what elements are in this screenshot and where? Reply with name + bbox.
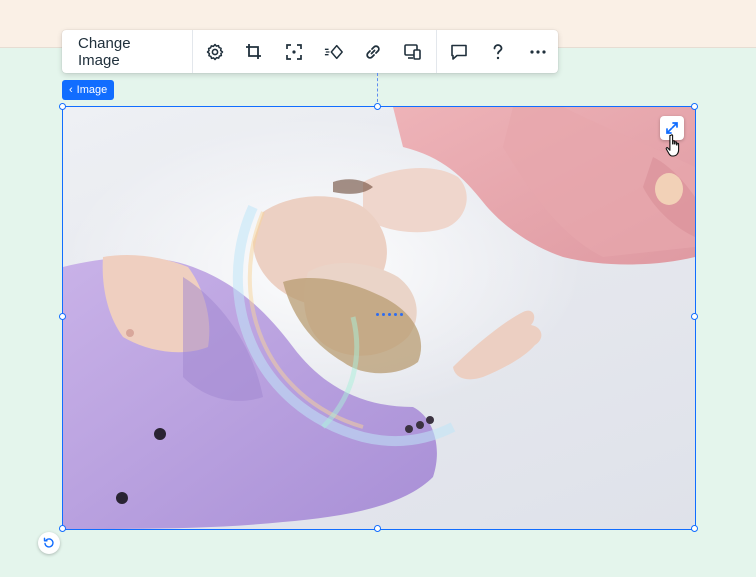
resize-handle-top-center[interactable] bbox=[374, 103, 381, 110]
responsive-button[interactable] bbox=[393, 30, 433, 73]
selected-image[interactable] bbox=[62, 106, 696, 530]
toolbar-divider bbox=[435, 30, 437, 73]
toolbar-divider bbox=[191, 30, 193, 73]
resize-handle-middle-right[interactable] bbox=[691, 313, 698, 320]
more-icon bbox=[530, 49, 546, 54]
change-image-button[interactable]: Change Image bbox=[62, 30, 192, 73]
image-toolbar: Change Image bbox=[62, 30, 558, 73]
crop-icon bbox=[246, 43, 262, 59]
center-drag-handle[interactable] bbox=[376, 313, 403, 316]
resize-handle-top-left[interactable] bbox=[59, 103, 66, 110]
settings-button[interactable] bbox=[195, 30, 235, 73]
rotate-button[interactable] bbox=[38, 532, 60, 554]
link-button[interactable] bbox=[353, 30, 393, 73]
focal-point-button[interactable] bbox=[274, 30, 314, 73]
animation-icon bbox=[324, 44, 343, 59]
resize-handle-bottom-left[interactable] bbox=[59, 525, 66, 532]
more-actions-button[interactable] bbox=[518, 30, 558, 73]
resize-handle-bottom-center[interactable] bbox=[374, 525, 381, 532]
resize-handle-bottom-right[interactable] bbox=[691, 525, 698, 532]
help-icon bbox=[494, 43, 503, 59]
toolbar-anchor-line bbox=[377, 73, 378, 107]
chevron-left-icon: ‹ bbox=[69, 84, 73, 96]
element-breadcrumb-chip[interactable]: ‹ Image bbox=[62, 80, 115, 100]
rotate-icon bbox=[43, 537, 54, 548]
element-type-label: Image bbox=[76, 84, 108, 96]
crop-button[interactable] bbox=[234, 30, 274, 73]
help-button[interactable] bbox=[479, 30, 519, 73]
settings-icon bbox=[206, 43, 223, 60]
animation-button[interactable] bbox=[314, 30, 354, 73]
hand-pointer-icon bbox=[665, 134, 680, 157]
responsive-icon bbox=[404, 43, 421, 60]
focal-point-icon bbox=[286, 43, 302, 60]
resize-handle-middle-left[interactable] bbox=[59, 313, 66, 320]
photo-illustration bbox=[63, 107, 695, 529]
link-icon bbox=[366, 44, 381, 59]
comment-icon bbox=[450, 44, 467, 60]
resize-handle-top-right[interactable] bbox=[691, 103, 698, 110]
comment-button[interactable] bbox=[439, 30, 479, 73]
